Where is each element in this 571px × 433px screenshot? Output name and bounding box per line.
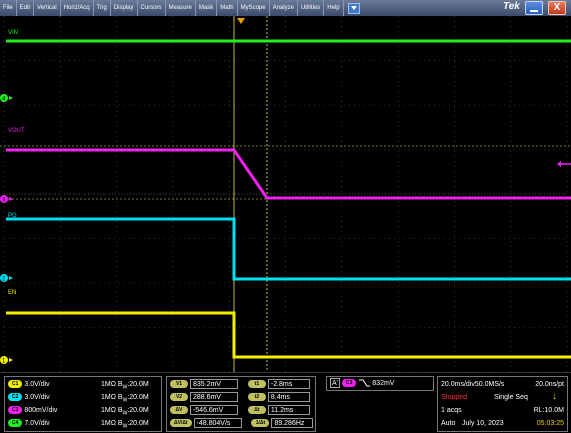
cursor-t-label: Δt (247, 406, 266, 415)
acquisition-state: Stopped (441, 394, 468, 401)
acqs-count: 1 acqs (441, 407, 462, 414)
sample-rate: 50.0MS/s (474, 381, 505, 388)
cursor-row: V1 835.2mV t1 -2.8ms (170, 379, 310, 390)
menu-edit[interactable]: Edit (17, 0, 35, 16)
cursor-v-label: ΔV/Δt (170, 419, 192, 428)
cursor-v-value: -546.6mV (189, 405, 238, 416)
cursor-t-value: 89.286Hz (271, 418, 314, 429)
trace-pg (6, 217, 571, 281)
trace-en (6, 311, 571, 359)
acquisition-readout-box[interactable]: 20.0ms/div50.0MS/s 20.0ns/pt Stopped Sin… (437, 376, 568, 432)
menu-bar: File Edit Vertical Horiz/Acq Trig Displa… (0, 0, 571, 16)
label-pg: PG (8, 213, 17, 219)
trigger-channel-badge: C3 (341, 379, 357, 388)
arrow-down-icon: ↓ (552, 391, 557, 402)
cursor-t-value: -2.8ms (267, 379, 310, 390)
cursor-v-value: 835.2mV (189, 379, 238, 390)
readout-panel: C1 3.0V/div 1MΩ BW:20.0M C2 3.0V/div 1MΩ BW… (0, 372, 571, 433)
record-length: RL:10.0M (533, 407, 564, 414)
channel-row[interactable]: C1 3.0V/div 1MΩ BW:20.0M (8, 379, 160, 390)
grid-lines (3, 15, 568, 373)
channel-readout-box: C1 3.0V/div 1MΩ BW:20.0M C2 3.0V/div 1MΩ BW… (4, 376, 162, 432)
trace-vout (6, 148, 571, 200)
cursor-v-label: V1 (170, 380, 188, 389)
channel-coupling: 1MΩ (101, 381, 116, 388)
minimize-button[interactable] (525, 1, 543, 15)
ch3-marker[interactable]: 3 (0, 195, 13, 204)
channel-row[interactable]: C3 800mV/div 1MΩ BW:20.0M (8, 405, 160, 416)
channel-scale: 3.0V/div (24, 394, 50, 401)
cursor-readout-box: V1 835.2mV t1 -2.8ms V2 288.6mV t2 8.4ms Δ… (166, 376, 316, 432)
channel-badge: C4 (8, 419, 23, 428)
brand-logo: Tek (503, 1, 520, 12)
trigger-position-marker[interactable] (237, 18, 245, 24)
cursor-v-value: 288.6mV (189, 392, 238, 403)
menu-help[interactable]: Help (324, 0, 344, 16)
ch2-marker[interactable]: 2 (0, 274, 13, 283)
acquisition-mode: Single Seq (494, 394, 528, 401)
scope-graticule: VIN VOUT PG EN 4 3 2 1 (0, 15, 571, 373)
channel-row[interactable]: C2 3.0V/div 1MΩ BW:20.0M (8, 392, 160, 403)
cursor-t-value: 11.2ms (267, 405, 310, 416)
resolution: 20.0ns/pt (535, 381, 564, 388)
cursor-t-value: 8.4ms (267, 392, 310, 403)
label-vout: VOUT (8, 128, 25, 134)
cursor-v-label: ΔV (170, 406, 188, 415)
channel-scale: 800mV/div (24, 407, 58, 414)
cursor-row: ΔV/Δt -48.804V/s 1/Δt 89.286Hz (170, 418, 314, 429)
cursor-v-label: V2 (170, 393, 188, 402)
timebase: 20.0ms/div (441, 381, 475, 388)
falling-edge-icon (359, 379, 371, 387)
menu-trig[interactable]: Trig (94, 0, 111, 16)
channel-scale: 3.0V/div (24, 381, 50, 388)
channel-badge: C2 (8, 393, 23, 402)
trigger-level-marker[interactable] (557, 161, 571, 167)
waveform-display[interactable]: VIN VOUT PG EN 4 3 2 1 (0, 15, 571, 373)
trigger-level: 832mV (372, 380, 395, 387)
menu-dropdown-button[interactable] (347, 2, 360, 14)
clock-time: 05:03:25 (536, 420, 564, 427)
menu-vertical[interactable]: Vertical (34, 0, 61, 16)
menu-horiz-acq[interactable]: Horiz/Acq (61, 0, 94, 16)
label-en: EN (8, 290, 16, 296)
cursor-row: V2 288.6mV t2 8.4ms (170, 392, 310, 403)
menu-display[interactable]: Display (111, 0, 138, 16)
trigger-source-label: A' (330, 378, 341, 389)
trigger-readout-box[interactable]: A' C3 832mV (326, 376, 434, 391)
trigger-mode: Auto (441, 420, 456, 427)
close-button[interactable]: X (548, 1, 566, 15)
cursor-t-label: t1 (247, 380, 266, 389)
menu-file[interactable]: File (0, 0, 17, 16)
channel-badge: C1 (8, 380, 23, 389)
ch4-marker[interactable]: 4 (0, 94, 13, 103)
channel-badge: C3 (8, 406, 23, 415)
chevron-down-icon (350, 6, 357, 10)
cursor-t-label: t2 (247, 393, 266, 402)
minimize-icon (530, 10, 538, 12)
cursor-v-value: -48.804V/s (193, 418, 242, 429)
cursor-row: ΔV -546.6mV Δt 11.2ms (170, 405, 310, 416)
menu-cursors[interactable]: Cursors (138, 0, 166, 16)
menu-utilities[interactable]: Utilities (298, 0, 325, 16)
channel-coupling: 1MΩ (101, 420, 116, 427)
menu-mask[interactable]: Mask (196, 0, 218, 16)
channel-coupling: 1MΩ (101, 407, 116, 414)
menu-measure[interactable]: Measure (166, 0, 196, 16)
channel-row[interactable]: C4 7.0V/div 1MΩ BW:20.0M (8, 418, 160, 429)
channel-coupling: 1MΩ (101, 394, 116, 401)
ch1-marker[interactable]: 1 (0, 356, 13, 365)
menu-analyze[interactable]: Analyze (270, 0, 298, 16)
label-vin: VIN (8, 30, 18, 36)
channel-scale: 7.0V/div (24, 420, 50, 427)
cursor-t-label: 1/Δt (251, 419, 270, 428)
menu-myscope[interactable]: MyScope (238, 0, 270, 16)
menu-math[interactable]: Math (217, 0, 238, 16)
date: July 10, 2023 (462, 420, 504, 427)
